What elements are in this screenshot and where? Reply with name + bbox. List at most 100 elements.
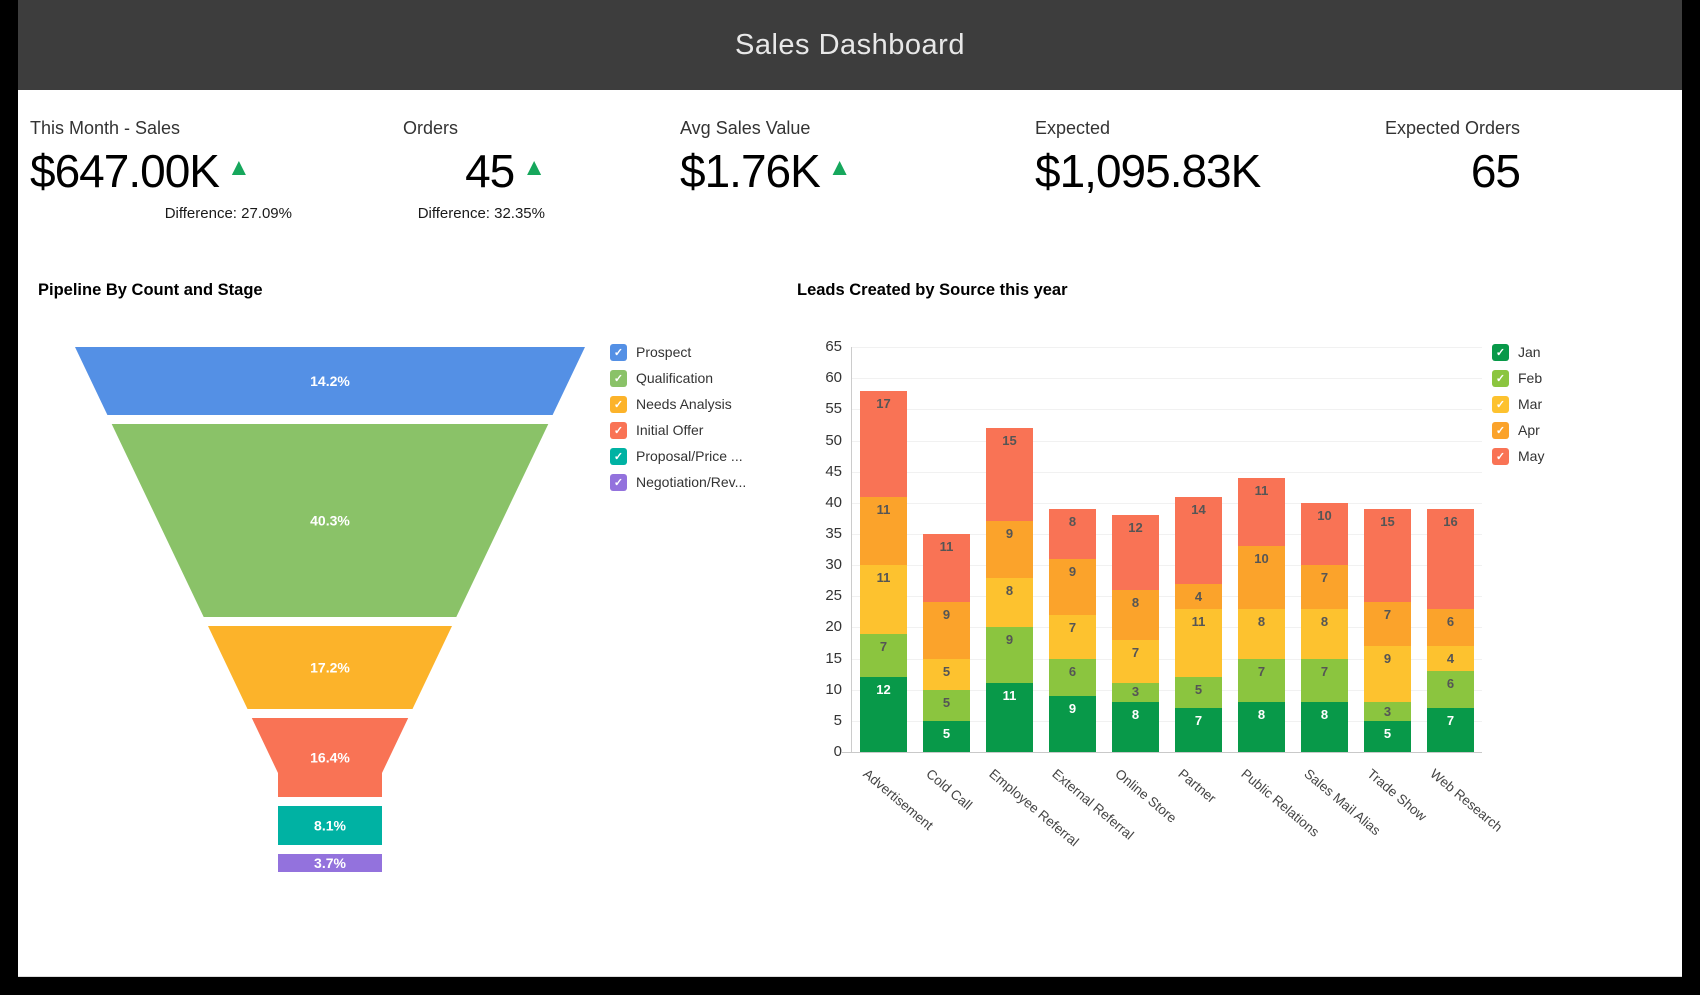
bar-segment-apr[interactable]: 9 [986,521,1033,578]
x-axis-category-label: Trade Show [1364,766,1429,824]
bar-segment-may[interactable]: 12 [1112,515,1159,590]
bar-segment-may[interactable]: 8 [1049,509,1096,559]
bar-segment-value: 17 [860,396,907,411]
bar-chart-title: Leads Created by Source this year [797,281,1068,300]
bar-segment-jan[interactable]: 5 [1364,721,1411,752]
bar-segment-jan[interactable]: 5 [923,721,970,752]
bar-segment-feb[interactable]: 9 [986,627,1033,683]
bar-segment-apr[interactable]: 6 [1427,609,1474,646]
y-axis-tick-label: 60 [796,369,842,386]
legend-item-proposal-price-[interactable]: ✓Proposal/Price ... [610,443,746,469]
bar-segment-apr[interactable]: 7 [1364,602,1411,646]
checkbox-checked-icon[interactable]: ✓ [1492,396,1509,413]
bar-segment-mar[interactable]: 8 [1238,609,1285,659]
bar-segment-feb[interactable]: 7 [1238,659,1285,702]
x-axis-category-label: Web Research [1427,766,1505,835]
checkbox-checked-icon[interactable]: ✓ [610,474,627,491]
bar-segment-value: 8 [1301,707,1348,722]
kpi-avg-sales-value: Avg Sales Value $1.76K▲ [680,118,910,198]
bar-segment-value: 5 [923,664,970,679]
bar-segment-jan[interactable]: 9 [1049,696,1096,752]
legend-item-needs-analysis[interactable]: ✓Needs Analysis [610,391,746,417]
bar-segment-may[interactable]: 11 [1238,478,1285,546]
bar-segment-mar[interactable]: 5 [923,659,970,690]
bar-segment-apr[interactable]: 8 [1112,590,1159,640]
legend-item-apr[interactable]: ✓Apr [1492,417,1544,443]
legend-item-qualification[interactable]: ✓Qualification [610,365,746,391]
bar-segment-value: 8 [1238,614,1285,629]
bar-segment-jan[interactable]: 8 [1301,702,1348,752]
bar-segment-value: 14 [1175,502,1222,517]
checkbox-checked-icon[interactable]: ✓ [1492,370,1509,387]
checkbox-checked-icon[interactable]: ✓ [1492,344,1509,361]
page-title: Sales Dashboard [735,29,965,62]
bar-segment-jan[interactable]: 11 [986,683,1033,752]
checkbox-checked-icon[interactable]: ✓ [1492,448,1509,465]
bar-segment-feb[interactable]: 3 [1112,683,1159,702]
checkbox-checked-icon[interactable]: ✓ [610,344,627,361]
bar-segment-value: 7 [1301,664,1348,679]
bar-segment-mar[interactable]: 11 [1175,609,1222,677]
bar-segment-may[interactable]: 15 [986,428,1033,521]
bar-segment-apr[interactable]: 10 [1238,546,1285,609]
bar-segment-value: 16 [1427,514,1474,529]
bar-segment-jan[interactable]: 8 [1238,702,1285,752]
y-axis-tick-label: 65 [796,338,842,355]
bar-segment-value: 8 [1049,514,1096,529]
bar-segment-mar[interactable]: 4 [1427,646,1474,671]
bar-segment-value: 11 [923,539,970,554]
bar-segment-jan[interactable]: 8 [1112,702,1159,752]
bar-legend: ✓Jan✓Feb✓Mar✓Apr✓May [1492,339,1544,469]
bar-segment-value: 6 [1427,676,1474,691]
bar-segment-value: 7 [1301,570,1348,585]
kpi-label: Orders [403,118,545,139]
bar-segment-apr[interactable]: 4 [1175,584,1222,609]
checkbox-checked-icon[interactable]: ✓ [1492,422,1509,439]
bar-segment-value: 11 [860,570,907,585]
kpi-expected: Expected $1,095.83K [1035,118,1335,198]
bar-segment-feb[interactable]: 5 [923,690,970,721]
bar-segment-value: 9 [1364,651,1411,666]
bar-segment-mar[interactable]: 11 [860,565,907,634]
bar-segment-may[interactable]: 10 [1301,503,1348,565]
bar-segment-apr[interactable]: 9 [1049,559,1096,615]
bar-segment-may[interactable]: 17 [860,391,907,497]
checkbox-checked-icon[interactable]: ✓ [610,422,627,439]
bar-segment-may[interactable]: 15 [1364,509,1411,602]
bar-segment-feb[interactable]: 6 [1049,659,1096,696]
bar-segment-feb[interactable]: 3 [1364,702,1411,721]
legend-item-jan[interactable]: ✓Jan [1492,339,1544,365]
legend-item-mar[interactable]: ✓Mar [1492,391,1544,417]
legend-item-may[interactable]: ✓May [1492,443,1544,469]
bar-segment-apr[interactable]: 7 [1301,565,1348,609]
bar-segment-jan[interactable]: 7 [1427,708,1474,752]
bar-segment-value: 15 [986,433,1033,448]
bar-segment-jan[interactable]: 12 [860,677,907,752]
bar-segment-may[interactable]: 14 [1175,497,1222,584]
legend-item-feb[interactable]: ✓Feb [1492,365,1544,391]
legend-item-initial-offer[interactable]: ✓Initial Offer [610,417,746,443]
bar-segment-mar[interactable]: 7 [1049,615,1096,659]
bar-segment-jan[interactable]: 7 [1175,708,1222,752]
x-axis-category-label: Online Store [1112,766,1179,826]
x-axis-category-label: Cold Call [923,766,975,813]
legend-item-prospect[interactable]: ✓Prospect [610,339,746,365]
bar-segment-apr[interactable]: 9 [923,602,970,659]
checkbox-checked-icon[interactable]: ✓ [610,448,627,465]
bar-segment-feb[interactable]: 5 [1175,677,1222,708]
checkbox-checked-icon[interactable]: ✓ [610,370,627,387]
bar-segment-mar[interactable]: 8 [1301,609,1348,659]
bar-segment-mar[interactable]: 7 [1112,640,1159,683]
bar-segment-mar[interactable]: 9 [1364,646,1411,702]
bar-segment-feb[interactable]: 7 [860,634,907,677]
bar-segment-feb[interactable]: 6 [1427,671,1474,708]
legend-item-negotiation-rev-[interactable]: ✓Negotiation/Rev... [610,469,746,495]
bar-segment-may[interactable]: 16 [1427,509,1474,609]
checkbox-checked-icon[interactable]: ✓ [610,396,627,413]
bar-segment-may[interactable]: 11 [923,534,970,602]
bar-segment-feb[interactable]: 7 [1301,659,1348,702]
bar-segment-apr[interactable]: 11 [860,497,907,565]
bar-segment-mar[interactable]: 8 [986,578,1033,627]
bar-segment-value: 5 [1175,682,1222,697]
dashboard-header: Sales Dashboard [18,0,1682,90]
